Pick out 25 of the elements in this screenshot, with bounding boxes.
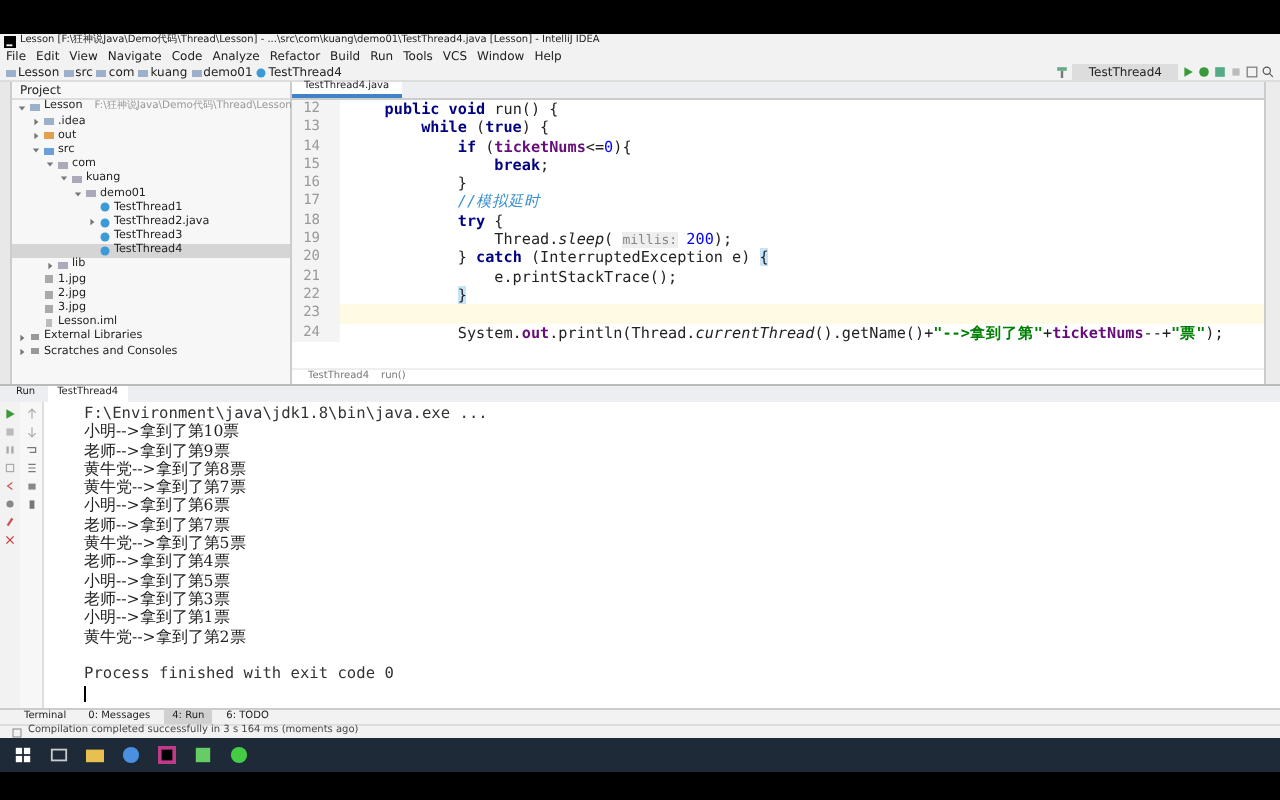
task-view-icon[interactable] bbox=[50, 746, 68, 764]
class-icon bbox=[256, 67, 267, 77]
collapsed-arrow-icon[interactable] bbox=[18, 347, 26, 356]
collapsed-arrow-icon[interactable] bbox=[88, 218, 96, 226]
collapsed-arrow-icon[interactable] bbox=[46, 261, 54, 270]
folder-icon bbox=[63, 67, 74, 77]
pin-icon[interactable] bbox=[4, 516, 16, 528]
folder-icon bbox=[6, 67, 16, 77]
windows-start-icon[interactable] bbox=[14, 746, 32, 764]
run-icon[interactable] bbox=[1182, 66, 1194, 78]
text-cursor bbox=[84, 686, 86, 703]
rerun-icon[interactable] bbox=[4, 408, 16, 420]
collapsed-arrow-icon[interactable] bbox=[18, 333, 26, 341]
collapsed-arrow-icon[interactable] bbox=[32, 131, 40, 140]
expanded-arrow-icon[interactable] bbox=[18, 103, 26, 111]
close-icon[interactable] bbox=[4, 534, 16, 546]
exit-icon[interactable] bbox=[4, 480, 16, 492]
search-icon[interactable] bbox=[1262, 66, 1274, 78]
folder-icon bbox=[96, 67, 107, 77]
folder-icon[interactable] bbox=[86, 746, 104, 764]
package-icon bbox=[58, 260, 68, 271]
ide-icon[interactable] bbox=[158, 746, 176, 764]
folder-icon bbox=[138, 67, 149, 77]
collapsed-arrow-icon[interactable] bbox=[32, 117, 40, 126]
folder-icon bbox=[191, 67, 202, 77]
